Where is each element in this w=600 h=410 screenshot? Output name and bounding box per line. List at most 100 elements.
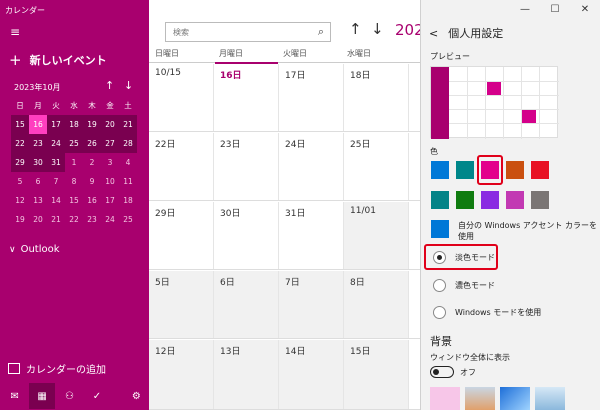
mini-day[interactable]: 18 [119, 191, 137, 210]
mini-day[interactable]: 8 [65, 172, 83, 191]
background-thumbnail-landscape[interactable] [465, 387, 495, 410]
day-cell[interactable]: 25日 [344, 133, 409, 200]
maximize-icon[interactable]: ☐ [540, 0, 570, 18]
mini-day[interactable]: 19 [83, 115, 101, 134]
new-event-button[interactable]: + 新しいイベント [9, 51, 107, 69]
windows-accent-option[interactable]: 自分の Windows アクセント カラーを使用 [431, 220, 598, 242]
mini-day[interactable]: 12 [11, 191, 29, 210]
background-thumbnail-pink[interactable] [430, 387, 460, 410]
color-swatch-purple[interactable] [481, 191, 499, 209]
day-cell[interactable]: 15日 [344, 340, 409, 409]
mini-day[interactable]: 4 [119, 153, 137, 172]
mini-day[interactable]: 26 [83, 134, 101, 153]
mini-day[interactable]: 3 [101, 153, 119, 172]
minimize-icon[interactable]: — [510, 0, 540, 18]
dark-mode-radio[interactable]: 濃色モード [433, 279, 495, 292]
mini-day[interactable]: 21 [47, 210, 65, 229]
mini-day[interactable]: 22 [11, 134, 29, 153]
background-thumbnail-blue[interactable] [500, 387, 530, 410]
day-cell-today[interactable]: 16日 [214, 64, 279, 131]
mini-day[interactable]: 17 [47, 115, 65, 134]
mini-day[interactable]: 22 [65, 210, 83, 229]
color-swatch-red[interactable] [531, 161, 549, 179]
todo-check-icon[interactable]: ✓ [84, 383, 109, 409]
day-cell[interactable]: 18日 [344, 64, 409, 131]
mini-day[interactable]: 24 [101, 210, 119, 229]
windows-mode-radio[interactable]: Windows モードを使用 [433, 306, 541, 319]
mini-day[interactable]: 2 [83, 153, 101, 172]
day-cell[interactable]: 24日 [279, 133, 344, 200]
next-month-arrow-icon[interactable]: ↓ [124, 79, 133, 92]
previous-month-arrow-icon[interactable]: ↑ [105, 79, 114, 92]
search-icon[interactable]: ⌕ [318, 25, 324, 39]
mini-day[interactable]: 29 [11, 153, 29, 172]
color-swatch-dark-teal[interactable] [431, 191, 449, 209]
mini-day[interactable]: 15 [65, 191, 83, 210]
mini-day[interactable]: 23 [83, 210, 101, 229]
mini-day[interactable]: 25 [65, 134, 83, 153]
mini-day[interactable]: 16 [83, 191, 101, 210]
color-swatch-green[interactable] [456, 191, 474, 209]
mini-day[interactable]: 19 [11, 210, 29, 229]
day-cell[interactable]: 6日 [214, 271, 279, 338]
mini-day[interactable]: 13 [29, 191, 47, 210]
day-cell[interactable]: 22日 [149, 133, 214, 200]
mini-day[interactable]: 20 [101, 115, 119, 134]
color-swatch-blue[interactable] [431, 161, 449, 179]
day-cell[interactable]: 11/01 [344, 202, 409, 269]
mini-day[interactable]: 15 [11, 115, 29, 134]
day-cell[interactable]: 31日 [279, 202, 344, 269]
mini-day[interactable]: 5 [11, 172, 29, 191]
background-thumbnail-sky[interactable] [535, 387, 565, 410]
day-cell[interactable]: 17日 [279, 64, 344, 131]
mini-day[interactable]: 27 [101, 134, 119, 153]
color-swatch-orange[interactable] [506, 161, 524, 179]
search-input[interactable]: 検索 ⌕ [165, 22, 331, 42]
mini-day[interactable]: 6 [29, 172, 47, 191]
outlook-account-toggle[interactable]: ∨ Outlook [9, 244, 60, 255]
color-swatch-gray[interactable] [531, 191, 549, 209]
day-cell[interactable]: 7日 [279, 271, 344, 338]
next-arrow-icon[interactable]: ↓ [371, 20, 384, 38]
color-swatch-orchid[interactable] [506, 191, 524, 209]
mini-calendar-month[interactable]: 2023年10月 [14, 82, 61, 93]
mini-day[interactable]: 18 [65, 115, 83, 134]
mini-day[interactable]: 31 [47, 153, 65, 172]
background-toggle[interactable] [430, 366, 454, 378]
mini-day[interactable]: 14 [47, 191, 65, 210]
mini-day[interactable]: 24 [47, 134, 65, 153]
mini-day[interactable]: 23 [29, 134, 47, 153]
mail-icon[interactable]: ✉ [2, 383, 27, 409]
close-icon[interactable]: ✕ [570, 0, 600, 18]
day-cell[interactable]: 10/15 [149, 64, 214, 131]
day-cell[interactable]: 29日 [149, 202, 214, 269]
mini-day[interactable]: 25 [119, 210, 137, 229]
mini-day[interactable]: 1 [65, 153, 83, 172]
color-swatch-teal[interactable] [456, 161, 474, 179]
mini-day[interactable]: 7 [47, 172, 65, 191]
day-cell[interactable]: 14日 [279, 340, 344, 409]
mini-day-today[interactable]: 16 [29, 115, 47, 134]
day-cell[interactable]: 8日 [344, 271, 409, 338]
day-cell[interactable]: 30日 [214, 202, 279, 269]
add-calendar-button[interactable]: カレンダーの追加 [8, 361, 106, 376]
day-cell[interactable]: 23日 [214, 133, 279, 200]
mini-day[interactable]: 21 [119, 115, 137, 134]
light-mode-radio[interactable]: 淡色モード [433, 251, 495, 264]
mini-day[interactable]: 20 [29, 210, 47, 229]
settings-gear-icon[interactable]: ⚙ [124, 383, 149, 409]
hamburger-menu-icon[interactable]: ≡ [10, 26, 20, 38]
mini-day[interactable]: 11 [119, 172, 137, 191]
mini-day[interactable]: 10 [101, 172, 119, 191]
day-cell[interactable]: 13日 [214, 340, 279, 409]
calendar-icon[interactable]: ▦ [29, 383, 55, 409]
back-arrow-icon[interactable]: < [429, 27, 438, 40]
day-cell[interactable]: 5日 [149, 271, 214, 338]
day-cell[interactable]: 12日 [149, 340, 214, 409]
people-icon[interactable]: ⚇ [57, 383, 82, 409]
mini-day[interactable]: 28 [119, 134, 137, 153]
mini-day[interactable]: 17 [101, 191, 119, 210]
mini-day[interactable]: 9 [83, 172, 101, 191]
mini-day[interactable]: 30 [29, 153, 47, 172]
previous-arrow-icon[interactable]: ↑ [349, 20, 362, 38]
